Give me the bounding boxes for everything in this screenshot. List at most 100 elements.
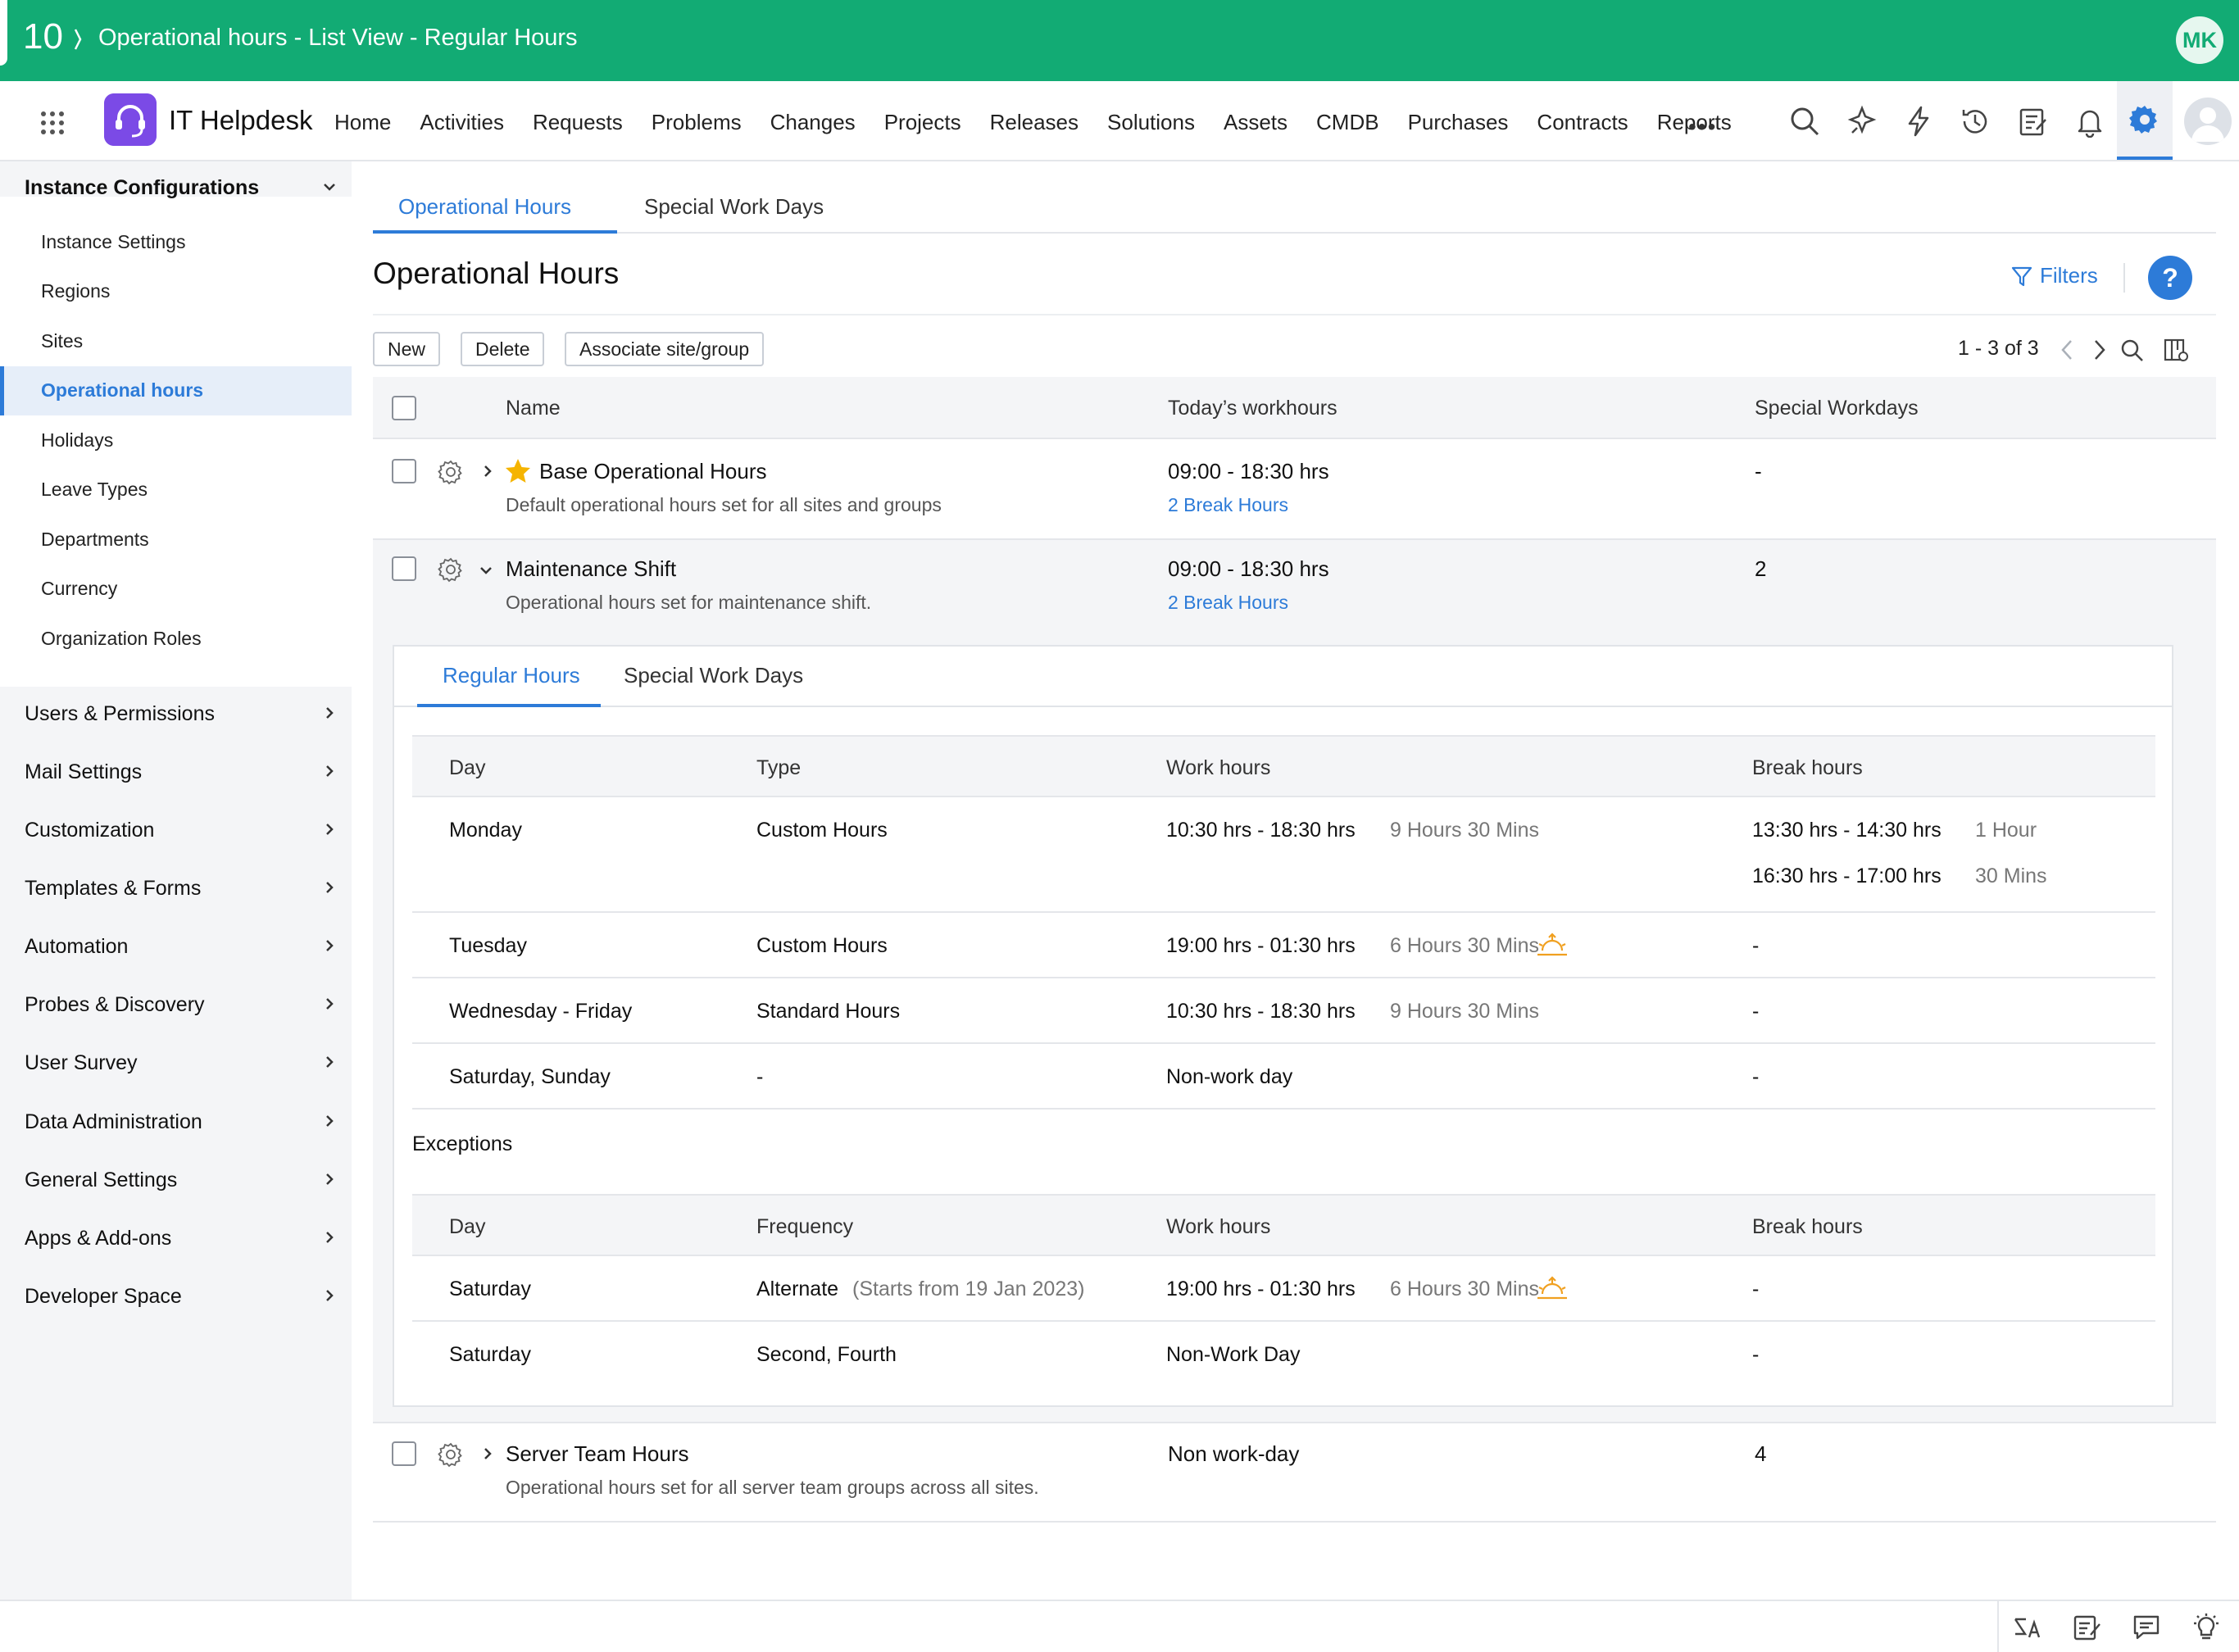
nav-contracts[interactable]: Contracts xyxy=(1537,110,1628,135)
nav-home[interactable]: Home xyxy=(334,110,391,135)
column-special-workdays[interactable]: Special Workdays xyxy=(1755,397,1919,420)
nav-releases[interactable]: Releases xyxy=(990,110,1079,135)
gear-icon[interactable] xyxy=(438,1441,464,1468)
bell-icon[interactable] xyxy=(2073,105,2106,138)
break-hours-link[interactable]: 2 Break Hours xyxy=(1168,494,1288,516)
translate-icon[interactable] xyxy=(2013,1613,2042,1642)
table-search-icon[interactable] xyxy=(2119,337,2145,363)
sidebar-group-user-survey[interactable]: User Survey xyxy=(25,1051,138,1075)
chevron-down-icon[interactable] xyxy=(322,179,337,194)
chevron-right-icon[interactable] xyxy=(322,764,337,778)
tab-detail-special-work-days[interactable]: Special Work Days xyxy=(624,663,803,688)
sidebar-group-customization[interactable]: Customization xyxy=(25,819,154,842)
nav-changes[interactable]: Changes xyxy=(770,110,856,135)
chevron-right-icon[interactable] xyxy=(322,1055,337,1069)
nav-cmdb[interactable]: CMDB xyxy=(1316,110,1379,135)
tab-operational-hours[interactable]: Operational Hours xyxy=(398,194,571,220)
table-row[interactable]: Base Operational Hours Default operation… xyxy=(373,439,2216,540)
sidebar-item-holidays[interactable]: Holidays xyxy=(41,429,113,452)
star-icon[interactable] xyxy=(504,457,532,485)
gear-icon[interactable] xyxy=(438,556,464,583)
nav-projects[interactable]: Projects xyxy=(884,110,961,135)
help-button[interactable]: ? xyxy=(2148,256,2192,300)
row-name[interactable]: Maintenance Shift xyxy=(506,556,676,582)
delete-button[interactable]: Delete xyxy=(461,332,545,366)
cell-break: - xyxy=(1752,1278,1760,1300)
row-name[interactable]: Server Team Hours xyxy=(506,1441,689,1467)
sidebar-item-departments[interactable]: Departments xyxy=(41,529,149,551)
more-menu-icon[interactable]: ••• xyxy=(1688,114,1717,140)
apps-grid-icon[interactable] xyxy=(40,111,65,135)
nav-activities[interactable]: Activities xyxy=(420,110,504,135)
history-icon[interactable] xyxy=(1959,105,1991,138)
chevron-right-icon[interactable] xyxy=(322,706,337,720)
sidebar-group-mail-settings[interactable]: Mail Settings xyxy=(25,760,142,784)
sidebar-group-general-settings[interactable]: General Settings xyxy=(25,1169,177,1192)
nav-assets[interactable]: Assets xyxy=(1224,110,1288,135)
sidebar-item-organization-roles[interactable]: Organization Roles xyxy=(41,628,202,650)
nav-requests[interactable]: Requests xyxy=(533,110,623,135)
user-avatar-icon[interactable] xyxy=(2184,98,2232,145)
chevron-right-icon[interactable] xyxy=(480,464,495,479)
lightning-icon[interactable] xyxy=(1902,105,1935,138)
sidebar-group-probes-discovery[interactable]: Probes & Discovery xyxy=(25,993,205,1017)
sidebar-item-leave-types[interactable]: Leave Types xyxy=(41,479,148,501)
table-row[interactable]: Server Team Hours Operational hours set … xyxy=(373,1423,2216,1523)
filters-button[interactable]: Filters xyxy=(2010,263,2098,288)
chevron-right-icon[interactable] xyxy=(322,1172,337,1187)
helpdesk-logo-icon[interactable] xyxy=(104,93,157,146)
chat-icon[interactable] xyxy=(2132,1613,2161,1642)
sidebar-group-templates-forms[interactable]: Templates & Forms xyxy=(25,877,201,901)
associate-button[interactable]: Associate site/group xyxy=(565,332,765,366)
sidebar-group-developer-space[interactable]: Developer Space xyxy=(25,1285,182,1309)
search-icon[interactable] xyxy=(1788,105,1821,138)
prev-page-icon[interactable] xyxy=(2055,337,2081,363)
chevron-right-icon[interactable] xyxy=(480,1446,495,1461)
cell-work-duration: 6 Hours 30 Mins xyxy=(1390,934,1540,957)
sidebar-group-data-administration[interactable]: Data Administration xyxy=(25,1110,202,1134)
bulb-icon[interactable] xyxy=(2191,1613,2221,1642)
sidebar-group-automation[interactable]: Automation xyxy=(25,935,128,959)
chevron-right-icon[interactable] xyxy=(322,996,337,1011)
new-button[interactable]: New xyxy=(373,332,441,366)
sidebar-item-operational-hours[interactable]: Operational hours xyxy=(41,379,203,402)
column-todays-workhours[interactable]: Today’s workhours xyxy=(1168,397,1337,420)
nav-problems[interactable]: Problems xyxy=(652,110,742,135)
chevron-right-icon[interactable] xyxy=(322,1230,337,1245)
tab-count[interactable]: 10 xyxy=(23,16,63,57)
sidebar-group-users-permissions[interactable]: Users & Permissions xyxy=(25,702,215,726)
chevron-right-icon[interactable] xyxy=(322,880,337,895)
row-name[interactable]: Base Operational Hours xyxy=(539,459,766,484)
tab-regular-hours[interactable]: Regular Hours xyxy=(443,663,580,688)
break-hours-link[interactable]: 2 Break Hours xyxy=(1168,592,1288,614)
sidebar-item-regions[interactable]: Regions xyxy=(41,280,110,302)
sidebar-item-currency[interactable]: Currency xyxy=(41,578,117,600)
nav-solutions[interactable]: Solutions xyxy=(1107,110,1195,135)
notes-icon[interactable] xyxy=(2017,105,2050,138)
magic-icon[interactable] xyxy=(1846,105,1878,138)
next-page-icon[interactable] xyxy=(2086,337,2112,363)
chevron-right-icon[interactable] xyxy=(322,1288,337,1303)
row-checkbox[interactable] xyxy=(392,1441,416,1466)
chevron-down-icon[interactable] xyxy=(479,563,493,578)
row-checkbox[interactable] xyxy=(392,556,416,581)
sidebar-item-instance-settings[interactable]: Instance Settings xyxy=(41,231,185,253)
gear-icon[interactable] xyxy=(2128,103,2161,136)
row-checkbox[interactable] xyxy=(392,459,416,483)
chevron-right-icon[interactable] xyxy=(322,1114,337,1128)
chevron-right-icon[interactable] xyxy=(322,938,337,953)
app-brand[interactable]: IT Helpdesk xyxy=(169,105,312,136)
tab-special-work-days[interactable]: Special Work Days xyxy=(644,194,824,220)
gear-icon[interactable] xyxy=(438,459,464,485)
column-name[interactable]: Name xyxy=(506,397,561,420)
column-settings-icon[interactable] xyxy=(2163,337,2189,363)
notes-icon[interactable] xyxy=(2073,1613,2102,1642)
settings-active-tab[interactable] xyxy=(2117,81,2173,160)
chevron-right-icon[interactable] xyxy=(322,822,337,837)
sidebar-group-apps-addons[interactable]: Apps & Add-ons xyxy=(25,1227,171,1250)
nav-purchases[interactable]: Purchases xyxy=(1408,110,1509,135)
select-all-checkbox[interactable] xyxy=(392,396,416,420)
sidebar-group-instance-configurations[interactable]: Instance Configurations xyxy=(25,176,259,200)
user-initials-avatar[interactable]: MK xyxy=(2176,16,2223,64)
sidebar-item-sites[interactable]: Sites xyxy=(41,330,83,352)
